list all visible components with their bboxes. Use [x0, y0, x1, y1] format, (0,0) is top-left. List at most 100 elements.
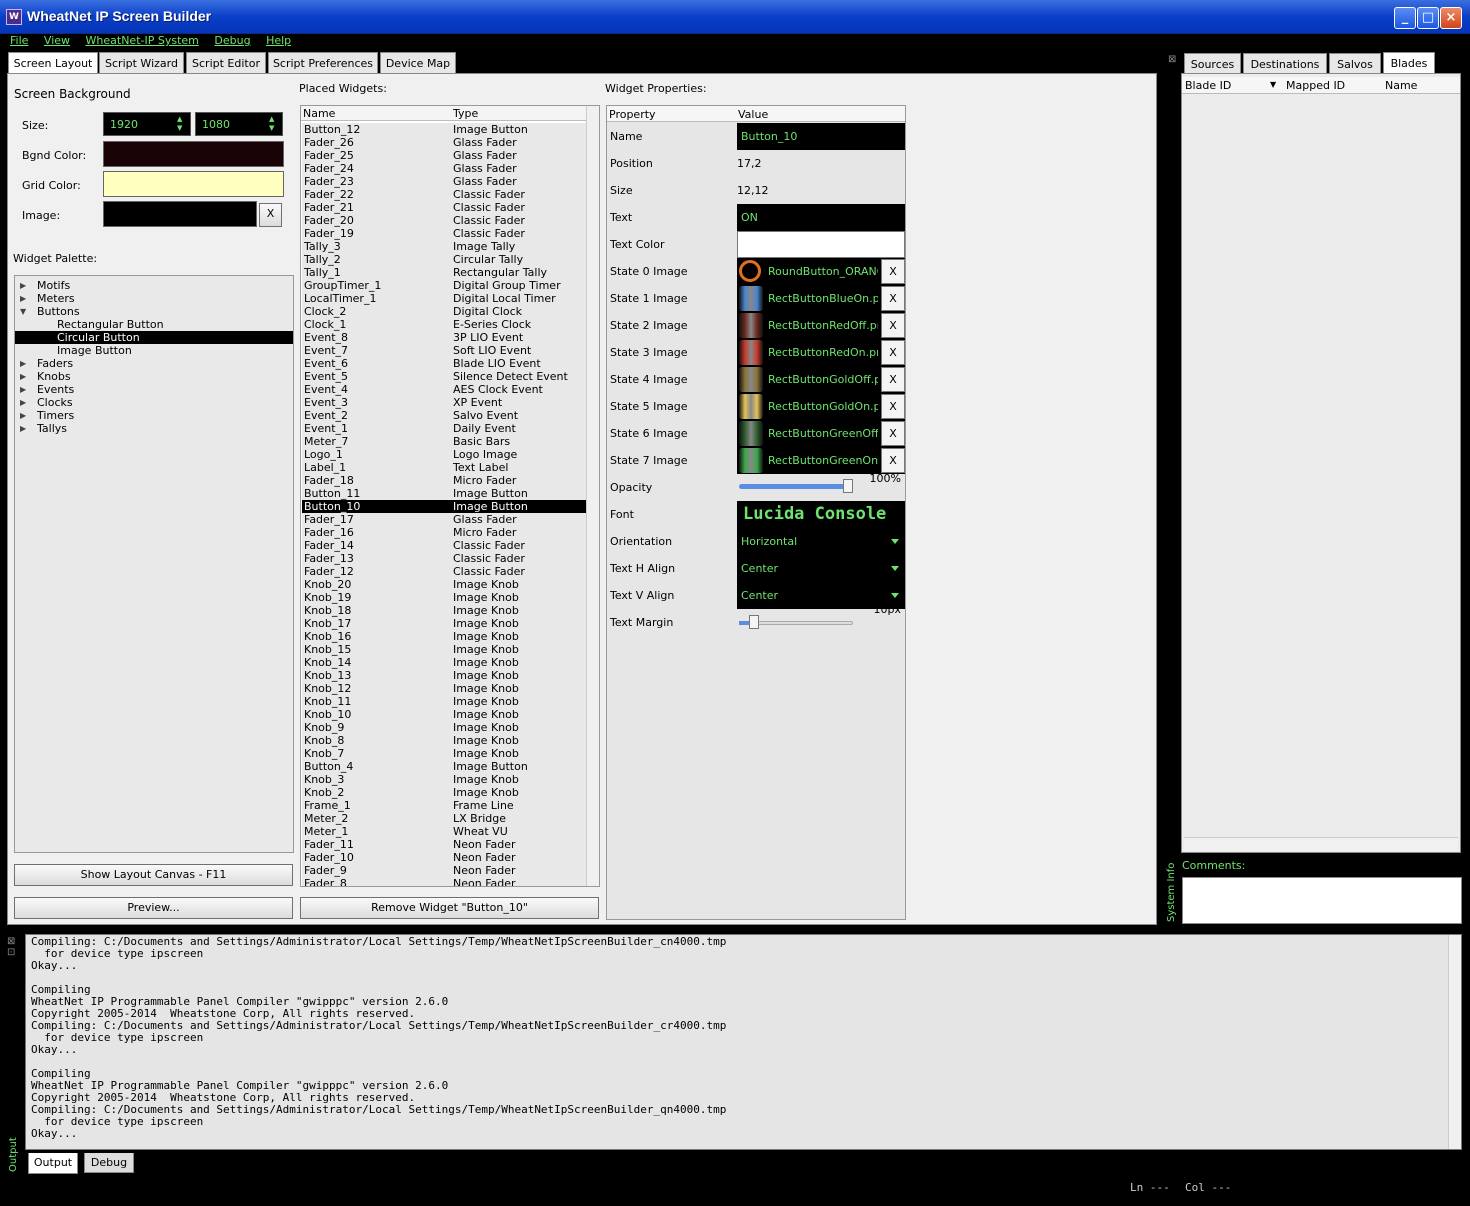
palette-item[interactable]: Tallys — [37, 422, 293, 435]
widget-row[interactable]: Logo_1 Logo Image — [302, 448, 586, 461]
state-image-field[interactable]: RectButtonRedOff.pngX — [737, 312, 905, 339]
widget-row[interactable]: Fader_20 Classic Fader — [302, 214, 586, 227]
collapsed-arrow-icon[interactable]: ▶ — [20, 411, 26, 420]
palette-item[interactable]: Timers — [37, 409, 293, 422]
widget-row[interactable]: Knob_18 Image Knob — [302, 604, 586, 617]
widget-row[interactable]: Event_7 Soft LIO Event — [302, 344, 586, 357]
spin-arrows-icon[interactable]: ▲ ▼ — [269, 115, 279, 133]
orientation-dropdown[interactable]: Horizontal — [737, 528, 905, 555]
blades-hscroll[interactable] — [1184, 837, 1458, 851]
palette-item[interactable]: Meters — [37, 292, 293, 305]
widget-row[interactable]: Clock_1 E-Series Clock — [302, 318, 586, 331]
size-value[interactable]: 12,12 — [737, 177, 905, 204]
widget-row[interactable]: Knob_2 Image Knob — [302, 786, 586, 799]
name-value-field[interactable]: Button_10 — [737, 123, 905, 150]
column-name[interactable]: Name — [1385, 79, 1417, 92]
widget-row[interactable]: Knob_9 Image Knob — [302, 721, 586, 734]
collapsed-arrow-icon[interactable]: ▶ — [20, 359, 26, 368]
tab-screen-layout[interactable]: Screen Layout — [8, 52, 98, 75]
maximize-button[interactable]: □ — [1417, 7, 1439, 29]
widget-row[interactable]: Fader_18 Micro Fader — [302, 474, 586, 487]
tab-script-editor[interactable]: Script Editor — [186, 52, 266, 74]
state-image-field[interactable]: RectButtonRedOn.png X — [737, 339, 905, 366]
slider-handle[interactable] — [843, 479, 853, 493]
widget-row[interactable]: Fader_10 Neon Fader — [302, 851, 586, 864]
tab-script-wizard[interactable]: Script Wizard — [99, 52, 184, 74]
widget-row[interactable]: Tally_3 Image Tally — [302, 240, 586, 253]
widget-row[interactable]: Knob_15 Image Knob — [302, 643, 586, 656]
collapsed-arrow-icon[interactable]: ▶ — [20, 281, 26, 290]
widget-row[interactable]: Knob_12 Image Knob — [302, 682, 586, 695]
show-layout-canvas-button[interactable]: Show Layout Canvas - F11 — [14, 864, 293, 886]
menu-view[interactable]: View — [44, 34, 70, 47]
widget-row[interactable]: Event_4 AES Clock Event — [302, 383, 586, 396]
tab-destinations[interactable]: Destinations — [1243, 53, 1327, 75]
widget-row[interactable]: Meter_7 Basic Bars — [302, 435, 586, 448]
widget-row[interactable]: Tally_1 Rectangular Tally — [302, 266, 586, 279]
palette-item[interactable]: Buttons — [37, 305, 293, 318]
widget-row[interactable]: Knob_7 Image Knob — [302, 747, 586, 760]
widget-row[interactable]: Fader_9 Neon Fader — [302, 864, 586, 877]
state-image-clear-button[interactable]: X — [881, 340, 905, 365]
widget-row[interactable]: Fader_17 Glass Fader — [302, 513, 586, 526]
text-h-align-dropdown[interactable]: Center — [737, 555, 905, 582]
palette-item[interactable]: Rectangular Button — [57, 318, 293, 331]
widget-row[interactable]: Frame_1 Frame Line — [302, 799, 586, 812]
tab-script-preferences[interactable]: Script Preferences — [268, 52, 378, 74]
widget-row[interactable]: Fader_26 Glass Fader — [302, 136, 586, 149]
collapsed-arrow-icon[interactable]: ▶ — [20, 372, 26, 381]
state-image-clear-button[interactable]: X — [881, 259, 905, 284]
state-image-field[interactable]: RectButtonBlueOn.pngX — [737, 285, 905, 312]
state-image-field[interactable]: RectButtonGreenOn.pngX — [737, 447, 905, 474]
widget-row[interactable]: Button_11 Image Button — [302, 487, 586, 500]
widget-row[interactable]: Event_2 Salvo Event — [302, 409, 586, 422]
widget-row[interactable]: Fader_22 Classic Fader — [302, 188, 586, 201]
widget-row[interactable]: Fader_14 Classic Fader — [302, 539, 586, 552]
comments-field[interactable] — [1182, 877, 1462, 924]
state-image-clear-button[interactable]: X — [881, 313, 905, 338]
widget-row[interactable]: Event_3 XP Event — [302, 396, 586, 409]
widget-row[interactable]: LocalTimer_1 Digital Local Timer — [302, 292, 586, 305]
slider-handle[interactable] — [749, 615, 760, 629]
widget-row[interactable]: Knob_8 Image Knob — [302, 734, 586, 747]
widget-row[interactable]: Knob_17 Image Knob — [302, 617, 586, 630]
collapsed-arrow-icon[interactable]: ▶ — [20, 424, 26, 433]
palette-item[interactable]: Clocks — [37, 396, 293, 409]
menu-wheatnet-ip-system[interactable]: WheatNet-IP System — [86, 34, 199, 47]
width-spinbox[interactable]: 1920 ▲ ▼ — [103, 112, 191, 136]
widget-row[interactable]: Clock_2 Digital Clock — [302, 305, 586, 318]
widget-row[interactable]: Event_1 Daily Event — [302, 422, 586, 435]
widget-row[interactable]: Event_8 3P LIO Event — [302, 331, 586, 344]
widget-row[interactable]: Fader_12 Classic Fader — [302, 565, 586, 578]
palette-item[interactable]: Circular Button — [15, 331, 293, 344]
widget-row[interactable]: Event_6 Blade LIO Event — [302, 357, 586, 370]
opacity-slider[interactable]: 100% — [737, 472, 905, 501]
column-mapped-id[interactable]: Mapped ID — [1286, 79, 1345, 92]
bgnd-color-swatch[interactable] — [103, 141, 284, 167]
menu-debug[interactable]: Debug — [214, 34, 250, 47]
widget-row[interactable]: Label_1 Text Label — [302, 461, 586, 474]
widget-row[interactable]: Meter_1 Wheat VU — [302, 825, 586, 838]
menu-file[interactable]: File — [10, 34, 28, 47]
list-scrollbar[interactable] — [586, 106, 599, 886]
widget-row[interactable]: Knob_14 Image Knob — [302, 656, 586, 669]
widget-row[interactable]: Knob_20 Image Knob — [302, 578, 586, 591]
text-color-swatch[interactable] — [737, 231, 905, 258]
tab-blades[interactable]: Blades — [1383, 52, 1435, 75]
column-type-header[interactable]: Type — [453, 107, 478, 120]
widget-row[interactable]: Button_4 Image Button — [302, 760, 586, 773]
spin-arrows-icon[interactable]: ▲ ▼ — [177, 115, 187, 133]
widget-row[interactable]: Fader_16 Micro Fader — [302, 526, 586, 539]
collapsed-arrow-icon[interactable]: ▶ — [20, 398, 26, 407]
widget-row[interactable]: Tally_2 Circular Tally — [302, 253, 586, 266]
image-clear-button[interactable]: X — [259, 203, 282, 227]
widget-row[interactable]: Fader_21 Classic Fader — [302, 201, 586, 214]
preview-button[interactable]: Preview... — [14, 897, 293, 919]
widget-row[interactable]: Fader_19 Classic Fader — [302, 227, 586, 240]
state-image-clear-button[interactable]: X — [881, 367, 905, 392]
close-button[interactable]: × — [1440, 7, 1462, 29]
close-dock-icon[interactable]: ⊠ — [1168, 54, 1176, 65]
widget-row[interactable]: Knob_3 Image Knob — [302, 773, 586, 786]
widget-row[interactable]: Fader_25 Glass Fader — [302, 149, 586, 162]
state-image-clear-button[interactable]: X — [881, 286, 905, 311]
